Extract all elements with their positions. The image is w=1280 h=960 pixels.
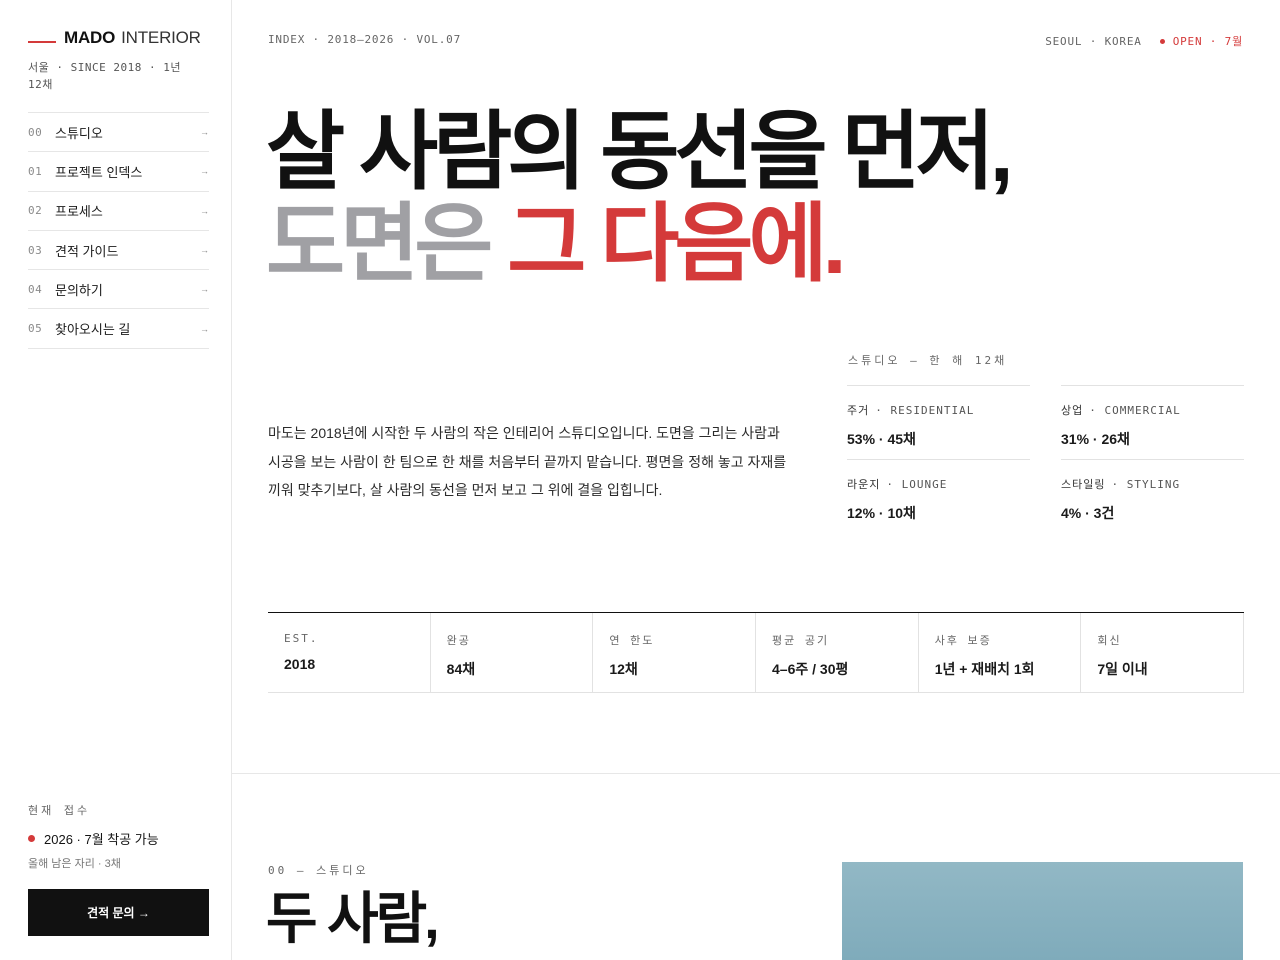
stats-strip: EST. 2018 완공 84채 연 한도 12채 평균 공기 4–6주 / 3… — [268, 612, 1245, 693]
mix-label-en: · COMMERCIAL — [1089, 404, 1181, 417]
arrow-right-icon: → — [200, 205, 209, 216]
mix-value: 4% · 3건 — [1061, 505, 1115, 521]
section-label: 00 — 스튜디오 — [268, 864, 369, 877]
status-dot-icon — [28, 835, 35, 842]
nav-number: 04 — [28, 282, 43, 296]
section-title: 두 사람, — [266, 887, 440, 950]
stat-label: 사후 보증 — [934, 634, 992, 647]
mix-item-styling: 스타일링 · STYLING 4% · 3건 — [1061, 459, 1244, 533]
index-meta: INDEX · 2018–2026 · VOL.07 — [268, 33, 461, 46]
mix-label: 스타일링 · STYLING — [1061, 476, 1244, 492]
stat-label: 연 한도 — [609, 634, 655, 647]
brand-logo[interactable]: MADO INTERIOR — [28, 28, 201, 48]
nav-number: 05 — [28, 322, 43, 336]
status-remaining: 올해 남은 자리 · 3채 — [28, 858, 121, 870]
stat-value: 7일 이내 — [1097, 661, 1148, 677]
mix-label-en: · LOUNGE — [886, 478, 948, 491]
sidebar: MADO INTERIOR 서울 · SINCE 2018 · 1년 12채 0… — [0, 0, 232, 960]
arrow-right-icon: → — [200, 245, 209, 256]
nav-number: 00 — [28, 125, 43, 139]
studio-photo — [842, 862, 1243, 960]
estimate-inquiry-button[interactable]: 견적 문의 → — [28, 889, 209, 936]
nav-label: 견적 가이드 — [55, 243, 119, 259]
nav-number: 03 — [28, 243, 43, 257]
stat-completed: 완공 84채 — [431, 613, 594, 692]
topbar-status: SEOUL · KOREA OPEN · 7월 — [1045, 33, 1243, 49]
stat-established: EST. 2018 — [268, 613, 431, 692]
hero-line-2-muted: 도면은 — [266, 196, 508, 292]
arrow-right-icon: → — [200, 127, 209, 138]
location-text: SEOUL · KOREA — [1045, 34, 1142, 48]
mix-label-ko: 스타일링 — [1061, 478, 1106, 491]
nav-label: 프로젝트 인덱스 — [55, 164, 143, 180]
status-title: 현재 접수 — [28, 804, 91, 817]
intro-paragraph: 마도는 2018년에 시작한 두 사람의 작은 인테리어 스튜디오입니다. 도면… — [268, 425, 787, 498]
stat-value: 1년 + 재배치 1회 — [934, 661, 1035, 677]
mix-label-en: · RESIDENTIAL — [875, 404, 975, 417]
mix-value: 12% · 10채 — [847, 505, 916, 521]
arrow-right-icon: → — [200, 284, 209, 295]
sidebar-nav: 00 스튜디오 → 01 프로젝트 인덱스 → 02 프로세스 → 03 견적 … — [28, 112, 209, 349]
mix-label-ko: 라운지 — [847, 478, 881, 491]
stat-annual-limit: 연 한도 12채 — [593, 613, 757, 692]
nav-number: 02 — [28, 204, 43, 218]
nav-item-process[interactable]: 02 프로세스 → — [28, 192, 209, 231]
studio-mix-title: 스튜디오 — 한 해 12채 — [848, 354, 1008, 367]
stat-label: 회신 — [1097, 634, 1122, 647]
hero-line-1: 살 사람의 동선을 먼저, — [266, 104, 1014, 200]
mix-item-lounge: 라운지 · LOUNGE 12% · 10채 — [847, 459, 1030, 533]
stat-value: 84채 — [446, 661, 476, 677]
nav-label: 찾아오시는 길 — [55, 322, 131, 338]
status-availability: 2026 · 7월 착공 가능 — [28, 829, 159, 848]
mix-item-commercial: 상업 · COMMERCIAL 31% · 26채 — [1061, 385, 1244, 459]
mix-label-ko: 상업 — [1061, 404, 1084, 417]
nav-item-directions[interactable]: 05 찾아오시는 길 → — [28, 309, 209, 349]
stat-label: 완공 — [446, 634, 471, 647]
nav-label: 스튜디오 — [55, 125, 103, 141]
stat-warranty: 사후 보증 1년 + 재배치 1회 — [919, 613, 1082, 692]
mix-value: 31% · 26채 — [1061, 431, 1130, 447]
mix-label-ko: 주거 — [847, 404, 870, 417]
hero-headline: 살 사람의 동선을 먼저, 도면은 그 다음에. — [266, 104, 1014, 292]
hero-line-2-accent: 그 다음에. — [507, 196, 846, 292]
mix-label-en: · STYLING — [1111, 478, 1181, 491]
nav-label: 문의하기 — [55, 282, 103, 298]
brand-meta: 서울 · SINCE 2018 · 1년 12채 — [28, 61, 181, 91]
nav-item-project-index[interactable]: 01 프로젝트 인덱스 → — [28, 152, 209, 192]
open-badge: OPEN · 7월 — [1159, 33, 1243, 49]
nav-label: 프로세스 — [55, 204, 103, 220]
brand-sub: INTERIOR — [121, 28, 201, 47]
nav-item-contact[interactable]: 04 문의하기 → — [28, 270, 209, 310]
open-text: OPEN · 7월 — [1172, 35, 1243, 48]
nav-number: 01 — [28, 164, 43, 178]
stat-average-duration: 평균 공기 4–6주 / 30평 — [756, 613, 919, 692]
stat-value: 2018 — [284, 656, 316, 672]
mix-label: 라운지 · LOUNGE — [847, 476, 1030, 492]
mix-value: 53% · 45채 — [847, 431, 916, 447]
mix-label: 주거 · RESIDENTIAL — [847, 402, 1030, 418]
stat-label: EST. — [284, 632, 319, 645]
stat-value: 12채 — [609, 661, 638, 677]
studio-mix-grid: 주거 · RESIDENTIAL 53% · 45채 상업 · COMMERCIAL… — [847, 385, 1244, 533]
brand-name: MADO — [64, 28, 116, 47]
stat-label: 평균 공기 — [772, 634, 830, 647]
mix-item-residential: 주거 · RESIDENTIAL 53% · 45채 — [847, 385, 1030, 459]
arrow-right-icon: → — [200, 166, 209, 177]
section-divider — [232, 773, 1280, 774]
stat-value: 4–6주 / 30평 — [772, 661, 849, 677]
arrow-right-icon: → — [200, 323, 209, 334]
status-text: 2026 · 7월 착공 가능 — [44, 832, 159, 847]
stat-reply-time: 회신 7일 이내 — [1081, 613, 1245, 692]
nav-item-studio[interactable]: 00 스튜디오 → — [28, 113, 209, 153]
nav-item-estimate-guide[interactable]: 03 견적 가이드 → — [28, 231, 209, 271]
brand-accent-line — [28, 41, 56, 43]
open-dot-icon — [1159, 38, 1165, 44]
mix-label: 상업 · COMMERCIAL — [1061, 402, 1244, 418]
